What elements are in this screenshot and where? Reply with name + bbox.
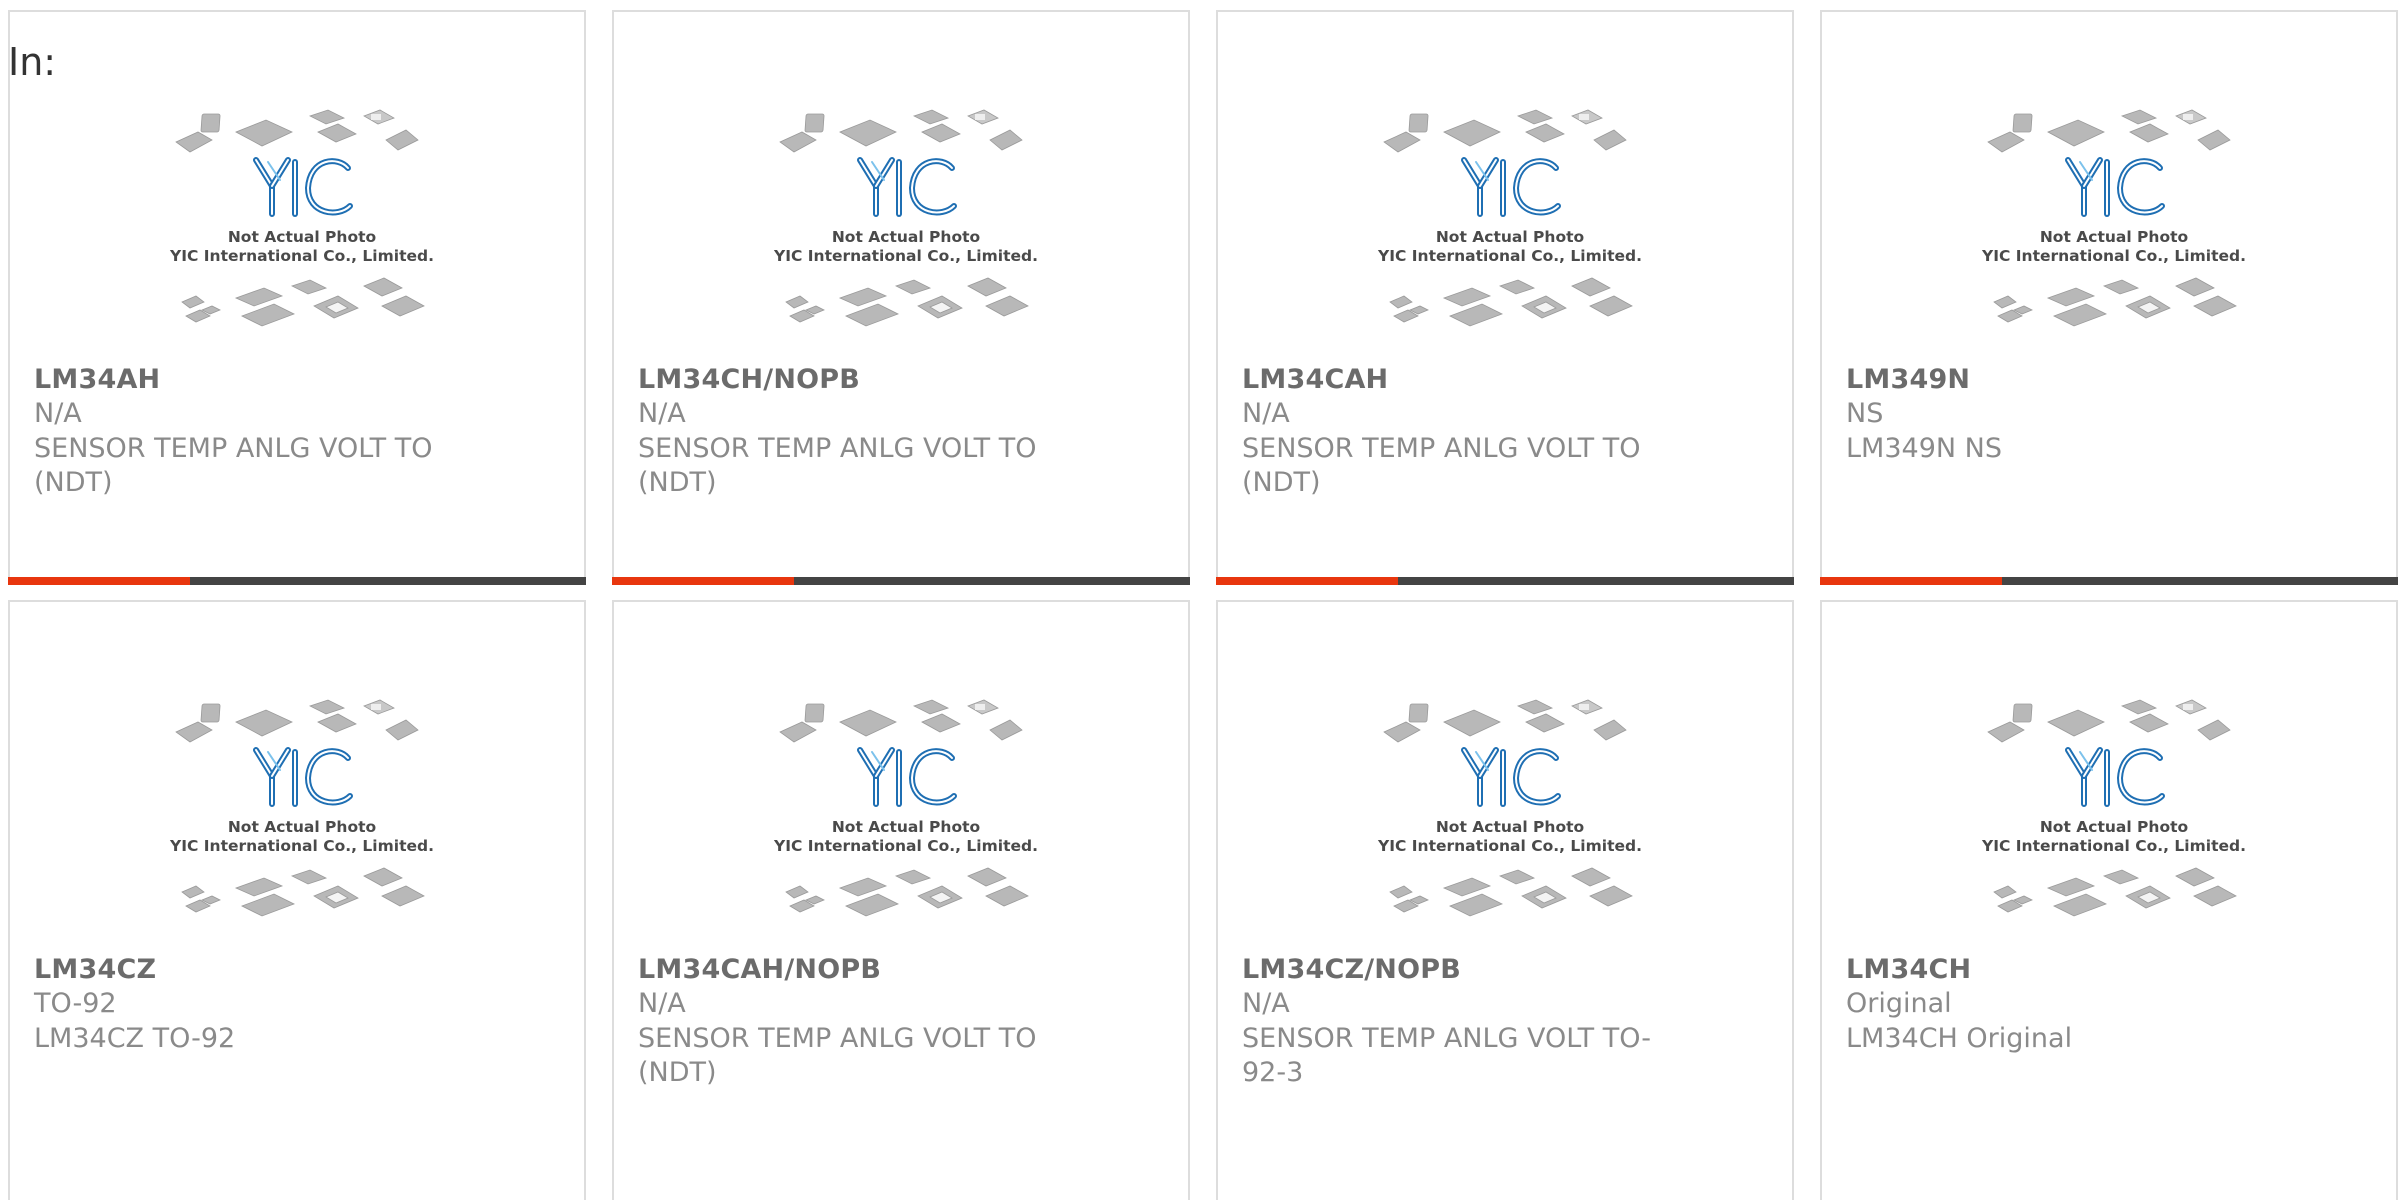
product-card[interactable]: Not Actual Photo YIC International Co., … [8, 10, 586, 585]
product-description: SENSOR TEMP ANLG VOLT TO-92-3 [1242, 1023, 1651, 1088]
company-name-text: YIC International Co., Limited. [169, 247, 434, 265]
card-accent-bar [1820, 577, 2002, 585]
product-package: Original [1846, 988, 1952, 1019]
product-part-number[interactable]: LM34CZ/NOPB [1242, 954, 1461, 985]
not-actual-photo-text: Not Actual Photo [228, 818, 376, 836]
product-thumbnail: Not Actual Photo YIC International Co., … [1980, 102, 2248, 350]
card-accent-bar [612, 577, 794, 585]
yic-logo-icon [253, 157, 353, 217]
product-package: N/A [638, 398, 686, 429]
product-package: N/A [638, 988, 686, 1019]
product-description: SENSOR TEMP ANLG VOLT TO (NDT) [34, 433, 433, 498]
product-thumbnail: Not Actual Photo YIC International Co., … [1376, 692, 1644, 940]
not-actual-photo-text: Not Actual Photo [2040, 818, 2188, 836]
product-package: TO-92 [34, 988, 117, 1019]
placeholder-photo-icon: Not Actual Photo YIC International Co., … [773, 109, 1038, 327]
product-package: N/A [1242, 988, 1290, 1019]
chip-cluster-bottom [181, 867, 425, 917]
product-description: LM34CZ TO-92 [34, 1023, 236, 1054]
chip-cluster-bottom [1389, 277, 1633, 327]
company-name-text: YIC International Co., Limited. [773, 247, 1038, 265]
yic-logo-icon [1461, 747, 1561, 807]
product-thumbnail: Not Actual Photo YIC International Co., … [1376, 102, 1644, 350]
not-actual-photo-text: Not Actual Photo [832, 818, 980, 836]
product-package: N/A [34, 398, 82, 429]
placeholder-photo-icon: Not Actual Photo YIC International Co., … [169, 109, 434, 327]
chip-cluster-top [1383, 699, 1627, 743]
company-name-text: YIC International Co., Limited. [1377, 247, 1642, 265]
product-package: NS [1846, 398, 1884, 429]
company-name-text: YIC International Co., Limited. [773, 837, 1038, 855]
chip-cluster-bottom [1993, 277, 2237, 327]
yic-logo-icon [2065, 747, 2165, 807]
product-part-number[interactable]: LM34CH [1846, 954, 1971, 985]
in-label: In: [8, 40, 57, 84]
product-thumbnail: Not Actual Photo YIC International Co., … [1980, 692, 2248, 940]
card-accent-bar [1216, 577, 1398, 585]
yic-logo-icon [253, 747, 353, 807]
not-actual-photo-text: Not Actual Photo [1436, 818, 1584, 836]
company-name-text: YIC International Co., Limited. [1981, 247, 2246, 265]
product-part-number[interactable]: LM34CAH/NOPB [638, 954, 881, 985]
product-description: SENSOR TEMP ANLG VOLT TO (NDT) [638, 1023, 1037, 1088]
placeholder-photo-icon: Not Actual Photo YIC International Co., … [169, 699, 434, 917]
chip-cluster-bottom [1389, 867, 1633, 917]
product-description: LM349N NS [1846, 433, 2002, 464]
company-name-text: YIC International Co., Limited. [1377, 837, 1642, 855]
product-thumbnail: Not Actual Photo YIC International Co., … [772, 692, 1040, 940]
product-card[interactable]: Not Actual Photo YIC International Co., … [8, 600, 586, 1200]
not-actual-photo-text: Not Actual Photo [2040, 228, 2188, 246]
product-description: LM34CH Original [1846, 1023, 2073, 1054]
chip-cluster-bottom [785, 867, 1029, 917]
yic-logo-icon [1461, 157, 1561, 217]
product-thumbnail: Not Actual Photo YIC International Co., … [168, 102, 436, 350]
product-card[interactable]: Not Actual Photo YIC International Co., … [1216, 600, 1794, 1200]
chip-cluster-bottom [181, 277, 425, 327]
not-actual-photo-text: Not Actual Photo [1436, 228, 1584, 246]
product-thumbnail: Not Actual Photo YIC International Co., … [168, 692, 436, 940]
chip-cluster-top [175, 109, 419, 153]
card-bottom-bar [1820, 577, 2398, 585]
product-grid: Not Actual Photo YIC International Co., … [0, 0, 2400, 1200]
chip-cluster-top [175, 699, 419, 743]
yic-logo-icon [857, 157, 957, 217]
product-part-number[interactable]: LM34CH/NOPB [638, 364, 860, 395]
placeholder-photo-icon: Not Actual Photo YIC International Co., … [1981, 699, 2246, 917]
not-actual-photo-text: Not Actual Photo [228, 228, 376, 246]
product-part-number[interactable]: LM34AH [34, 364, 160, 395]
card-bottom-bar [612, 577, 1190, 585]
company-name-text: YIC International Co., Limited. [169, 837, 434, 855]
product-card[interactable]: Not Actual Photo YIC International Co., … [612, 600, 1190, 1200]
placeholder-photo-icon: Not Actual Photo YIC International Co., … [1377, 109, 1642, 327]
chip-cluster-top [1383, 109, 1627, 153]
product-description: SENSOR TEMP ANLG VOLT TO (NDT) [638, 433, 1037, 498]
product-part-number[interactable]: LM34CAH [1242, 364, 1388, 395]
placeholder-photo-icon: Not Actual Photo YIC International Co., … [773, 699, 1038, 917]
product-card[interactable]: Not Actual Photo YIC International Co., … [1216, 10, 1794, 585]
card-bottom-bar [1216, 577, 1794, 585]
chip-cluster-top [1987, 699, 2231, 743]
chip-cluster-top [779, 109, 1023, 153]
product-part-number[interactable]: LM34CZ [34, 954, 156, 985]
product-card[interactable]: Not Actual Photo YIC International Co., … [1820, 10, 2398, 585]
product-thumbnail: Not Actual Photo YIC International Co., … [772, 102, 1040, 350]
company-name-text: YIC International Co., Limited. [1981, 837, 2246, 855]
placeholder-photo-icon: Not Actual Photo YIC International Co., … [1981, 109, 2246, 327]
card-accent-bar [8, 577, 190, 585]
product-description: SENSOR TEMP ANLG VOLT TO (NDT) [1242, 433, 1641, 498]
chip-cluster-bottom [785, 277, 1029, 327]
chip-cluster-top [1987, 109, 2231, 153]
chip-cluster-top [779, 699, 1023, 743]
product-part-number[interactable]: LM349N [1846, 364, 1970, 395]
not-actual-photo-text: Not Actual Photo [832, 228, 980, 246]
yic-logo-icon [2065, 157, 2165, 217]
yic-logo-icon [857, 747, 957, 807]
product-card[interactable]: Not Actual Photo YIC International Co., … [1820, 600, 2398, 1200]
product-package: N/A [1242, 398, 1290, 429]
chip-cluster-bottom [1993, 867, 2237, 917]
placeholder-photo-icon: Not Actual Photo YIC International Co., … [1377, 699, 1642, 917]
card-bottom-bar [8, 577, 586, 585]
product-card[interactable]: Not Actual Photo YIC International Co., … [612, 10, 1190, 585]
